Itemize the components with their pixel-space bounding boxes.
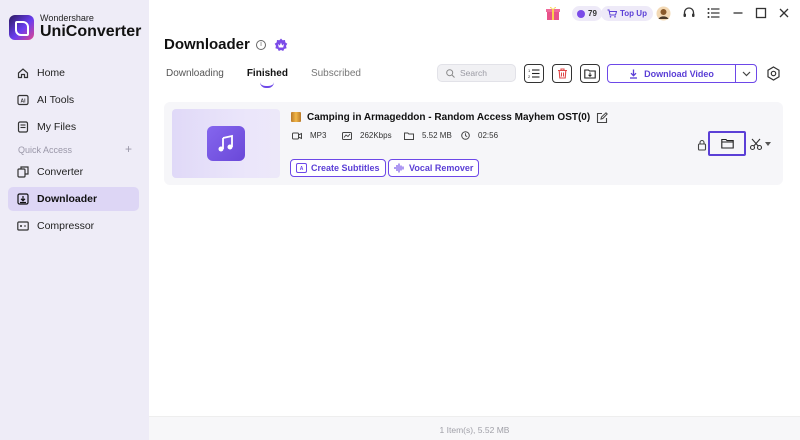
cart-icon	[607, 9, 617, 18]
tab-subscribed[interactable]: Subscribed	[311, 68, 361, 79]
download-folder-icon	[584, 69, 596, 79]
svg-text:1: 1	[528, 68, 531, 73]
compressor-icon	[17, 220, 29, 232]
download-options-dropdown[interactable]	[736, 65, 756, 82]
edit-title-icon[interactable]	[596, 111, 608, 124]
converter-icon	[17, 166, 29, 178]
top-up-button[interactable]: Top Up	[601, 6, 653, 21]
sidebar-item-downloader[interactable]: Downloader	[8, 187, 139, 211]
coin-icon	[577, 9, 585, 18]
clock-icon	[461, 131, 470, 140]
svg-text:AI: AI	[21, 99, 27, 105]
add-quick-access-icon[interactable]: +	[125, 143, 132, 155]
home-icon	[17, 67, 29, 79]
sidebar: Wondershare UniConverter Home AI AI Tool…	[0, 0, 149, 440]
downloaded-file-row[interactable]: Camping in Armageddon - Random Access Ma…	[164, 102, 783, 185]
downloader-icon	[17, 193, 29, 205]
coins-badge[interactable]: 79	[572, 6, 602, 21]
file-title: Camping in Armageddon - Random Access Ma…	[307, 112, 591, 123]
duration-value: 02:56	[478, 131, 499, 140]
trash-icon	[557, 68, 567, 79]
menu-list-icon[interactable]	[705, 5, 721, 21]
vocal-remover-label: Vocal Remover	[409, 163, 474, 173]
top-up-label: Top Up	[620, 9, 647, 18]
headset-support-icon[interactable]	[681, 5, 697, 21]
page-title: Downloader	[164, 36, 250, 53]
video-camera-icon	[292, 132, 302, 139]
file-size: 5.52 MB	[404, 131, 452, 140]
folder-icon	[720, 138, 734, 149]
svg-text:A: A	[300, 166, 304, 172]
sidebar-item-label: Downloader	[37, 193, 98, 205]
tab-downloading[interactable]: Downloading	[166, 68, 224, 79]
waveform-icon	[394, 163, 404, 173]
minimize-icon[interactable]	[730, 5, 746, 21]
sidebar-item-label: AI Tools	[37, 94, 75, 106]
brand-company: Wondershare	[40, 13, 94, 23]
file-format: MP3	[292, 131, 326, 140]
search-icon	[446, 68, 455, 78]
premium-badge-icon[interactable]	[274, 38, 288, 52]
coin-count: 79	[588, 9, 597, 18]
task-list-button[interactable]: 12	[524, 64, 544, 83]
tab-finished[interactable]: Finished	[247, 68, 288, 88]
uniconverter-logo-icon	[9, 14, 34, 40]
file-bitrate: 262Kbps	[342, 131, 392, 140]
sidebar-item-ai-tools[interactable]: AI AI Tools	[8, 88, 139, 112]
subtitles-icon: A	[296, 163, 307, 173]
download-video-label: Download Video	[644, 68, 714, 79]
bitrate-value: 262Kbps	[360, 131, 392, 140]
downloader-tabs: Downloading Finished Subscribed	[166, 68, 384, 88]
download-video-main[interactable]: Download Video	[608, 65, 736, 82]
info-icon[interactable]: i	[256, 40, 266, 50]
quick-access-header: Quick Access +	[18, 143, 132, 155]
my-files-icon	[17, 121, 29, 133]
quick-access-label: Quick Access	[18, 145, 73, 155]
settings-gear-icon[interactable]	[766, 66, 781, 81]
import-button[interactable]	[580, 64, 600, 83]
file-duration: 02:56	[461, 131, 498, 140]
sidebar-item-my-files[interactable]: My Files	[8, 115, 139, 139]
create-subtitles-button[interactable]: A Create Subtitles	[290, 159, 386, 177]
music-note-icon	[207, 126, 245, 161]
download-icon	[630, 69, 638, 79]
svg-text:2: 2	[528, 74, 531, 79]
sidebar-item-label: My Files	[37, 121, 77, 133]
sidebar-item-label: Home	[37, 67, 66, 79]
create-subtitles-label: Create Subtitles	[311, 163, 380, 173]
scissors-icon[interactable]	[749, 137, 763, 151]
search-input[interactable]	[460, 68, 515, 78]
sidebar-item-converter[interactable]: Converter	[8, 160, 139, 184]
folder-size-icon	[404, 132, 414, 140]
bitrate-icon	[342, 131, 352, 140]
sidebar-item-home[interactable]: Home	[8, 61, 139, 85]
download-video-button[interactable]: Download Video	[607, 64, 757, 83]
sidebar-item-compressor[interactable]: Compressor	[8, 214, 139, 238]
vocal-remover-button[interactable]: Vocal Remover	[388, 159, 480, 177]
search-box[interactable]	[437, 64, 516, 82]
status-bar: 1 Item(s), 5.52 MB	[149, 416, 800, 440]
music-file-icon	[291, 112, 301, 122]
sidebar-item-label: Converter	[37, 166, 84, 178]
sidebar-item-label: Compressor	[37, 220, 95, 232]
items-summary: 1 Item(s), 5.52 MB	[439, 425, 510, 435]
maximize-icon[interactable]	[753, 5, 769, 21]
trim-options-dropdown[interactable]	[765, 142, 771, 146]
chevron-down-icon	[742, 71, 750, 76]
size-value: 5.52 MB	[422, 131, 452, 140]
brand: Wondershare UniConverter	[9, 14, 141, 40]
avatar[interactable]	[655, 5, 671, 21]
gift-icon[interactable]	[545, 5, 561, 21]
delete-button[interactable]	[552, 64, 572, 83]
close-icon[interactable]	[776, 5, 792, 21]
lock-icon[interactable]	[697, 138, 707, 151]
brand-product: UniConverter	[40, 23, 142, 40]
file-thumbnail[interactable]	[172, 109, 280, 178]
ai-tools-icon: AI	[17, 94, 29, 106]
format-value: MP3	[310, 131, 327, 140]
open-folder-button[interactable]	[708, 131, 746, 156]
numbered-list-icon: 12	[528, 68, 540, 79]
